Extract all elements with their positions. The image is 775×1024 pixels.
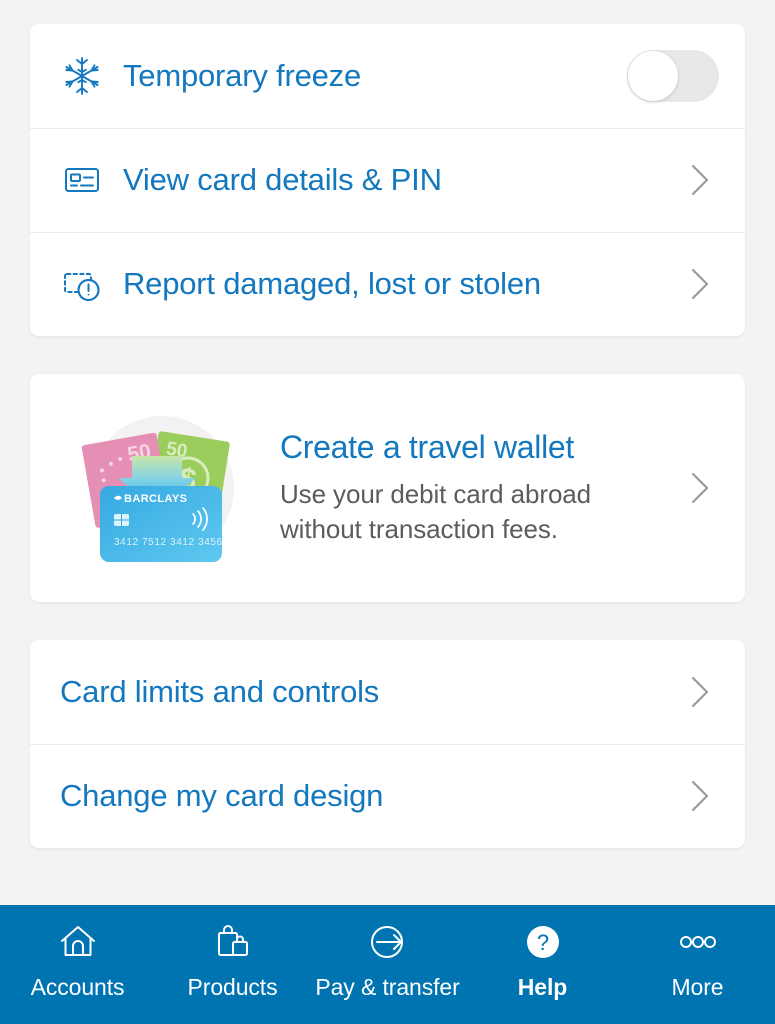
promo-text-block: Create a travel wallet Use your debit ca… [280, 429, 683, 548]
chevron-right-icon [683, 776, 717, 816]
temporary-freeze-toggle[interactable] [627, 50, 719, 102]
shopping-bags-icon [211, 921, 255, 963]
scroll-content: Temporary freeze View card details & PIN… [0, 0, 775, 905]
nav-item-accounts[interactable]: Accounts [0, 921, 155, 1001]
chevron-right-icon [683, 672, 717, 712]
nav-item-pay-transfer[interactable]: Pay & transfer [310, 921, 465, 1001]
damaged-card-icon [58, 260, 106, 308]
promo-subtitle: Use your debit card abroad without trans… [280, 479, 592, 545]
snowflake-icon [58, 52, 106, 100]
nav-label: Products [187, 974, 278, 1000]
chevron-right-icon [683, 468, 717, 508]
svg-text:?: ? [536, 930, 548, 955]
card-actions-group: Temporary freeze View card details & PIN… [30, 24, 745, 336]
bottom-navigation-bar: Accounts Products Pay & transfer ? Help … [0, 905, 775, 1024]
nav-label: Accounts [30, 974, 125, 1000]
row-label: Report damaged, lost or stolen [123, 266, 541, 302]
promo-inner: 50 50 $ 50 50 [30, 374, 745, 602]
nav-item-more[interactable]: More [620, 921, 775, 1001]
row-label: Change my card design [60, 778, 384, 814]
question-circle-icon: ? [521, 921, 565, 963]
promo-title: Create a travel wallet [280, 428, 574, 465]
card-management-screen: Temporary freeze View card details & PIN… [0, 0, 775, 1024]
travel-wallet-promo[interactable]: 50 50 $ 50 50 [30, 374, 745, 602]
travel-wallet-illustration: 50 50 $ 50 50 [70, 408, 250, 568]
toggle-knob [628, 51, 678, 101]
row-view-card-details[interactable]: View card details & PIN [30, 128, 745, 232]
svg-text:BARCLAYS: BARCLAYS [124, 493, 187, 505]
nav-label: More [671, 974, 724, 1000]
row-report-damaged[interactable]: Report damaged, lost or stolen [30, 232, 745, 336]
nav-item-help[interactable]: ? Help [465, 921, 620, 1001]
row-label: Temporary freeze [123, 58, 362, 94]
nav-item-products[interactable]: Products [155, 921, 310, 1001]
row-label: Card limits and controls [60, 674, 380, 710]
home-icon [56, 921, 100, 963]
arrow-circle-icon [366, 921, 410, 963]
card-number-text: 3412 7512 3412 3456 [114, 537, 223, 548]
card-settings-group: Card limits and controls Change my card … [30, 640, 745, 848]
nav-label: Help [517, 974, 568, 1000]
card-details-icon [58, 156, 106, 204]
row-temporary-freeze[interactable]: Temporary freeze [30, 24, 745, 128]
chevron-right-icon [683, 264, 717, 304]
nav-label: Pay & transfer [315, 974, 460, 1000]
row-label: View card details & PIN [123, 162, 442, 198]
row-card-limits[interactable]: Card limits and controls [30, 640, 745, 744]
row-change-card-design[interactable]: Change my card design [30, 744, 745, 848]
chevron-right-icon [683, 160, 717, 200]
ellipsis-icon [671, 921, 725, 963]
